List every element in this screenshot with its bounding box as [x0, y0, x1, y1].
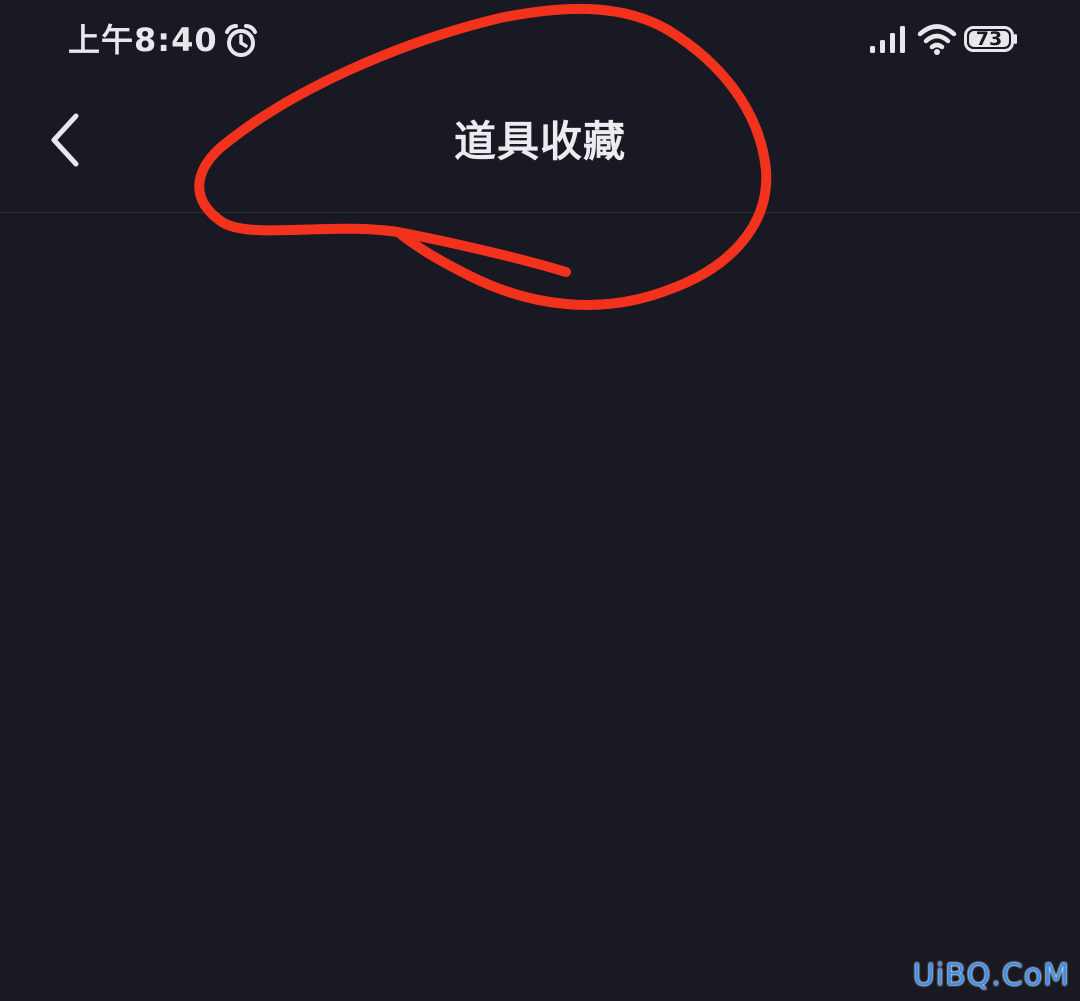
status-time: 上午8:40 [68, 21, 218, 59]
screen: 上午8:40 73 道具收藏 UiBQ.CoM [0, 0, 1080, 1001]
nav-bar: 道具收藏 [0, 80, 1080, 213]
content-area [0, 213, 1080, 1001]
wifi-icon [917, 24, 957, 55]
battery-level: 73 [975, 28, 1003, 50]
battery-icon: 73 [964, 26, 1018, 52]
signal-icon [870, 26, 905, 53]
status-bar: 上午8:40 73 [0, 0, 1080, 80]
alarm-icon [225, 24, 257, 57]
page-title: 道具收藏 [453, 117, 626, 166]
watermark: UiBQ.CoM [912, 958, 1070, 993]
